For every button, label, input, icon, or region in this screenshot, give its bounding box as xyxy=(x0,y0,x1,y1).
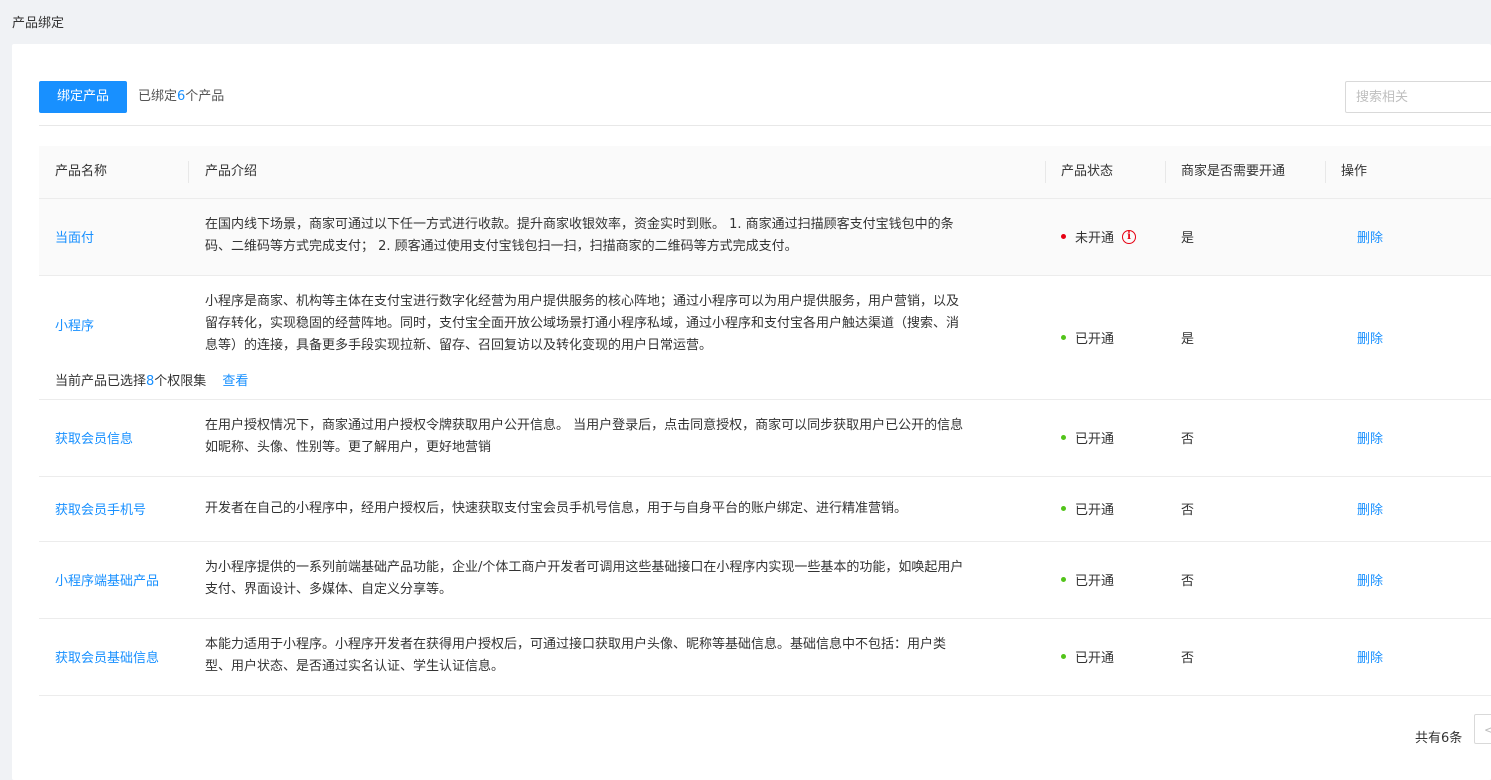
header-desc: 产品介绍 xyxy=(205,164,258,179)
bind-product-button[interactable]: 绑定产品 xyxy=(39,81,127,113)
product-status: 已开通 xyxy=(1061,328,1114,347)
header-name: 产品名称 xyxy=(55,164,108,179)
delete-link[interactable]: 删除 xyxy=(1357,328,1383,347)
table-row: 获取会员基础信息 本能力适用于小程序。小程序开发者在获得用户授权后，可通过接口获… xyxy=(39,619,1491,696)
product-status: 已开通 xyxy=(1061,647,1114,666)
product-name-link[interactable]: 当面付 xyxy=(55,227,94,246)
product-status: 已开通 xyxy=(1061,499,1114,518)
table-row: 当面付 在国内线下场景，商家可通过以下任一方式进行收款。提升商家收银效率，资金实… xyxy=(39,199,1491,276)
permission-set-info: 当前产品已选择8个权限集 查看 xyxy=(55,370,248,389)
header-status: 产品状态 xyxy=(1061,164,1114,179)
description-line: 开发者在自己的小程序中，经用户授权后，快速获取支付宝会员手机号信息，用于与自身平… xyxy=(205,501,908,516)
toolbar: 绑定产品 已绑定6个产品 xyxy=(39,81,1491,113)
prev-page-button[interactable]: < xyxy=(1474,714,1491,744)
info-icon[interactable]: i xyxy=(1122,229,1137,244)
header-needs-open: 商家是否需要开通 xyxy=(1181,164,1286,179)
content-card: 绑定产品 已绑定6个产品 产品名称 产品介绍 产品状态 商家是否需要开通 操作 … xyxy=(12,44,1491,780)
delete-link[interactable]: 删除 xyxy=(1357,428,1383,447)
needs-open-value: 否 xyxy=(1181,574,1195,589)
status-label: 未开通 xyxy=(1075,231,1115,246)
description-line: 留存转化，实现稳固的经营阵地。同时，支付宝全面开放公域场景打通小程序私域，通过小… xyxy=(205,316,960,331)
product-name-link[interactable]: 获取会员基础信息 xyxy=(55,647,159,666)
description-line: 息等）的连接，具备更多手段实现拉新、留存、召回复访以及转化变现的用户日常运营。 xyxy=(205,338,713,353)
bound-suffix: 个产品 xyxy=(185,89,225,104)
header-separator xyxy=(188,161,189,183)
toolbar-divider xyxy=(39,125,1491,126)
delete-link[interactable]: 删除 xyxy=(1357,227,1383,246)
needs-open-value: 否 xyxy=(1181,651,1195,666)
product-status: 未开通 i xyxy=(1061,227,1137,246)
header-action: 操作 xyxy=(1341,164,1368,179)
permission-suffix: 个权限集 xyxy=(154,374,207,389)
product-description: 本能力适用于小程序。小程序开发者在获得用户授权后，可通过接口获取用户头像、昵称等… xyxy=(205,634,1031,678)
needs-open-value: 否 xyxy=(1181,503,1195,518)
status-dot-off xyxy=(1061,234,1066,239)
description-line: 型、用户状态、是否通过实名认证、学生认证信息。 xyxy=(205,659,505,674)
description-line: 码、二维码等方式完成支付； 2. 顾客通过使用支付宝钱包扫一扫，扫描商家的二维码… xyxy=(205,239,798,254)
description-line: 在用户授权情况下，商家通过用户授权令牌获取用户公开信息。 当用户登录后，点击同意… xyxy=(205,418,964,433)
description-line: 在国内线下场景，商家可通过以下任一方式进行收款。提升商家收银效率，资金实时到账。… xyxy=(205,217,954,232)
product-status: 已开通 xyxy=(1061,570,1114,589)
product-description: 开发者在自己的小程序中，经用户授权后，快速获取支付宝会员手机号信息，用于与自身平… xyxy=(205,498,1031,520)
description-line: 本能力适用于小程序。小程序开发者在获得用户授权后，可通过接口获取用户头像、昵称等… xyxy=(205,637,947,652)
table-row: 获取会员信息 在用户授权情况下，商家通过用户授权令牌获取用户公开信息。 当用户登… xyxy=(39,400,1491,477)
needs-open-value: 是 xyxy=(1181,332,1195,347)
description-line: 如昵称、头像、性别等。更了解用户，更好地营销 xyxy=(205,440,492,455)
table-row: 小程序 小程序是商家、机构等主体在支付宝进行数字化经营为用户提供服务的核心阵地；… xyxy=(39,276,1491,400)
needs-open-value: 是 xyxy=(1181,231,1195,246)
status-label: 已开通 xyxy=(1075,574,1115,589)
status-dot-on xyxy=(1061,335,1066,340)
product-description: 小程序是商家、机构等主体在支付宝进行数字化经营为用户提供服务的核心阵地；通过小程… xyxy=(205,291,1031,357)
table-row: 获取会员手机号 开发者在自己的小程序中，经用户授权后，快速获取支付宝会员手机号信… xyxy=(39,477,1491,542)
breadcrumb: 产品绑定 xyxy=(12,16,65,31)
product-name-link[interactable]: 小程序端基础产品 xyxy=(55,570,159,589)
status-dot-on xyxy=(1061,435,1066,440)
description-line: 小程序是商家、机构等主体在支付宝进行数字化经营为用户提供服务的核心阵地；通过小程… xyxy=(205,294,960,309)
delete-link[interactable]: 删除 xyxy=(1357,570,1383,589)
status-label: 已开通 xyxy=(1075,651,1115,666)
status-dot-on xyxy=(1061,506,1066,511)
status-label: 已开通 xyxy=(1075,432,1115,447)
status-label: 已开通 xyxy=(1075,503,1115,518)
status-dot-on xyxy=(1061,654,1066,659)
bound-prefix: 已绑定 xyxy=(138,89,178,104)
needs-open-value: 否 xyxy=(1181,432,1195,447)
product-description: 在国内线下场景，商家可通过以下任一方式进行收款。提升商家收银效率，资金实时到账。… xyxy=(205,214,1031,258)
table-header: 产品名称 产品介绍 产品状态 商家是否需要开通 操作 xyxy=(39,146,1491,199)
view-permissions-link[interactable]: 查看 xyxy=(222,374,248,389)
status-label: 已开通 xyxy=(1075,332,1115,347)
product-table: 产品名称 产品介绍 产品状态 商家是否需要开通 操作 当面付 在国内线下场景，商… xyxy=(39,146,1491,696)
header-separator xyxy=(1165,161,1166,183)
product-description: 在用户授权情况下，商家通过用户授权令牌获取用户公开信息。 当用户登录后，点击同意… xyxy=(205,415,1031,459)
product-name-link[interactable]: 获取会员手机号 xyxy=(55,499,146,518)
description-line: 为小程序提供的一系列前端基础产品功能，企业/个体工商户开发者可调用这些基础接口在… xyxy=(205,560,964,575)
chevron-left-icon: < xyxy=(1483,723,1491,737)
product-name-link[interactable]: 小程序 xyxy=(55,315,94,334)
header-separator xyxy=(1325,161,1326,183)
product-name-link[interactable]: 获取会员信息 xyxy=(55,428,133,447)
delete-link[interactable]: 删除 xyxy=(1357,647,1383,666)
delete-link[interactable]: 删除 xyxy=(1357,499,1383,518)
bound-count-text: 已绑定6个产品 xyxy=(138,81,224,113)
description-line: 支付、界面设计、多媒体、自定义分享等。 xyxy=(205,582,453,597)
table-row: 小程序端基础产品 为小程序提供的一系列前端基础产品功能，企业/个体工商户开发者可… xyxy=(39,542,1491,619)
status-dot-on xyxy=(1061,577,1066,582)
total-count: 共有6条 xyxy=(1415,731,1463,746)
product-status: 已开通 xyxy=(1061,428,1114,447)
header-separator xyxy=(1045,161,1046,183)
product-description: 为小程序提供的一系列前端基础产品功能，企业/个体工商户开发者可调用这些基础接口在… xyxy=(205,557,1031,601)
permission-prefix: 当前产品已选择 xyxy=(55,374,147,389)
search-input[interactable] xyxy=(1345,81,1491,113)
